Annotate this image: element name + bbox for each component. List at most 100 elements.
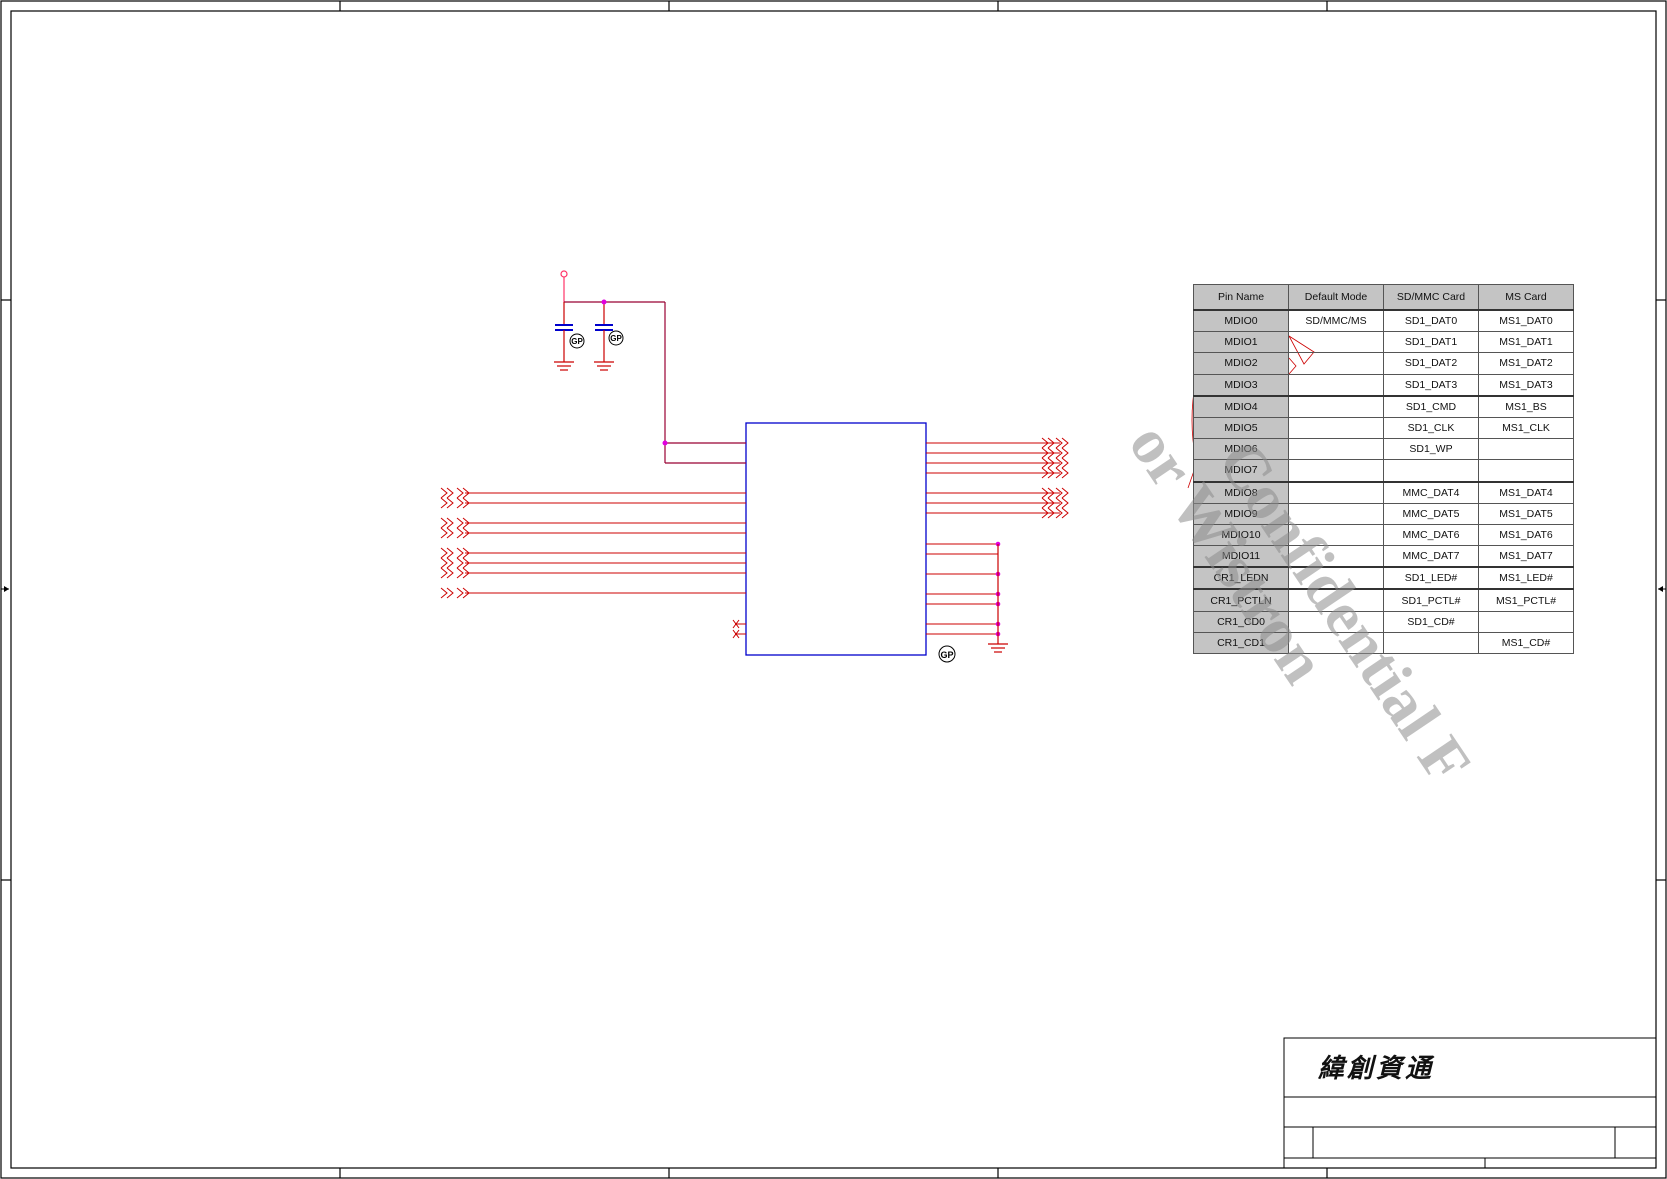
- gp-label: GP: [610, 334, 622, 343]
- table-cell-default: [1288, 566, 1384, 590]
- table-cell-sdmmc: SD1_LED#: [1383, 566, 1479, 590]
- table-cell-pin: MDIO2: [1193, 352, 1289, 375]
- table-cell-sdmmc: SD1_DAT0: [1383, 309, 1479, 333]
- table-cell-sdmmc: SD1_WP: [1383, 438, 1479, 461]
- junction-dot: [662, 440, 668, 446]
- table-cell-sdmmc: SD1_DAT3: [1383, 373, 1479, 397]
- table-cell-pin: MDIO9: [1193, 502, 1289, 525]
- table-cell-ms: MS1_DAT0: [1478, 309, 1574, 333]
- table-cell-default: [1288, 480, 1384, 504]
- zone-arrow-right-icon: [1658, 586, 1666, 592]
- chip-ground-pins: [926, 541, 1001, 637]
- off-page-connector-icon: [456, 517, 464, 529]
- table-cell-default: [1288, 438, 1384, 461]
- gp-marker-icon: GP: [569, 333, 585, 349]
- off-page-connector-icon: [440, 487, 448, 499]
- table-row: MDIO0 SD/MMC/MS SD1_DAT0 MS1_DAT0: [1193, 309, 1574, 333]
- ground-icon: [594, 361, 614, 371]
- table-cell-ms: MS1_PCTL#: [1478, 588, 1574, 612]
- table-row: CR1_CD1 MS1_CD#: [1193, 631, 1574, 655]
- table-cell-ms: MS1_CLK: [1478, 416, 1574, 440]
- table-cell-sdmmc: SD1_PCTL#: [1383, 588, 1479, 612]
- off-page-connector-icon: [1061, 507, 1069, 519]
- column-header: Default Mode: [1288, 284, 1384, 311]
- off-page-connector-icon: [446, 487, 454, 499]
- table-cell-default: [1288, 631, 1384, 655]
- table-cell-pin: CR1_PCTLN: [1193, 588, 1289, 612]
- table-cell-ms: MS1_DAT2: [1478, 352, 1574, 375]
- table-cell-sdmmc: SD1_DAT1: [1383, 331, 1479, 354]
- table-row: MDIO1 SD1_DAT1 MS1_DAT1: [1193, 331, 1574, 354]
- capacitor-1: [555, 302, 573, 362]
- table-cell-pin: CR1_CD0: [1193, 610, 1289, 633]
- table-cell-pin: MDIO6: [1193, 438, 1289, 461]
- table-cell-pin: MDIO3: [1193, 373, 1289, 397]
- table-row: MDIO3 SD1_DAT3 MS1_DAT3: [1193, 373, 1574, 397]
- off-page-connector-icon: [1061, 467, 1069, 479]
- table-cell-ms: MS1_LED#: [1478, 566, 1574, 590]
- table-cell-sdmmc: MMC_DAT7: [1383, 545, 1479, 568]
- table-cell-default: [1288, 588, 1384, 612]
- off-page-connector-icon: [440, 497, 448, 509]
- table-cell-pin: MDIO5: [1193, 416, 1289, 440]
- company-name: 緯創資通: [1318, 1054, 1435, 1084]
- table-cell-pin: CR1_CD1: [1193, 631, 1289, 655]
- table-cell-default: [1288, 545, 1384, 568]
- off-page-connector-icon: [446, 567, 454, 579]
- ground-icon: [554, 361, 574, 371]
- table-cell-sdmmc: [1383, 459, 1479, 482]
- table-cell-default: [1288, 331, 1384, 354]
- table-row: MDIO5 SD1_CLK MS1_CLK: [1193, 416, 1574, 440]
- table-cell-sdmmc: SD1_CD#: [1383, 610, 1479, 633]
- ground-icon: [988, 544, 1008, 653]
- gp-marker-icon: GP: [608, 330, 624, 346]
- off-page-connector-icon: [446, 557, 454, 569]
- table-cell-pin: MDIO10: [1193, 523, 1289, 547]
- table-cell-sdmmc: SD1_DAT2: [1383, 352, 1479, 375]
- column-header: Pin Name: [1193, 284, 1289, 311]
- off-page-connector-icon: [1061, 447, 1069, 459]
- table-row: MDIO2 SD1_DAT2 MS1_DAT2: [1193, 352, 1574, 375]
- table-cell-pin: MDIO0: [1193, 309, 1289, 333]
- off-page-connector-icon: [1061, 457, 1069, 469]
- off-page-connector-icon: [1061, 437, 1069, 449]
- table-cell-ms: [1478, 438, 1574, 461]
- off-page-connector-icon: [456, 487, 464, 499]
- table-cell-ms: [1478, 610, 1574, 633]
- table-cell-sdmmc: MMC_DAT6: [1383, 523, 1479, 547]
- off-page-connector-icon: [446, 587, 454, 599]
- table-cell-pin: MDIO4: [1193, 394, 1289, 418]
- off-page-connector-icon: [456, 587, 464, 599]
- table-row: CR1_CD0 SD1_CD#: [1193, 610, 1574, 633]
- off-page-connector-icon: [446, 547, 454, 559]
- table-cell-default: [1288, 610, 1384, 633]
- table-cell-ms: [1478, 459, 1574, 482]
- off-page-connector-icon: [440, 567, 448, 579]
- table-row: CR1_PCTLN SD1_PCTL# MS1_PCTL#: [1193, 588, 1574, 612]
- table-cell-sdmmc: SD1_CLK: [1383, 416, 1479, 440]
- off-page-connector-icon: [440, 547, 448, 559]
- table-cell-pin: MDIO11: [1193, 545, 1289, 568]
- off-page-connector-icon: [446, 497, 454, 509]
- left-signal-nets: [440, 487, 746, 599]
- table-cell-pin: CR1_LEDN: [1193, 566, 1289, 590]
- column-header: SD/MMC Card: [1383, 284, 1479, 311]
- chip-power-pins: [665, 442, 746, 464]
- table-cell-pin: MDIO1: [1193, 331, 1289, 354]
- table-row: MDIO10 MMC_DAT6 MS1_DAT6: [1193, 523, 1574, 547]
- table-row: MDIO11 MMC_DAT7 MS1_DAT7: [1193, 545, 1574, 568]
- off-page-connector-icon: [446, 527, 454, 539]
- table-row: CR1_LEDN SD1_LED# MS1_LED#: [1193, 566, 1574, 590]
- off-page-connector-icon: [1061, 497, 1069, 509]
- off-page-connector-icon: [440, 517, 448, 529]
- table-cell-pin: MDIO8: [1193, 480, 1289, 504]
- junction-dot: [601, 299, 607, 305]
- table-cell-default: [1288, 373, 1384, 397]
- table-row: MDIO8 MMC_DAT4 MS1_DAT4: [1193, 480, 1574, 504]
- table-cell-ms: MS1_DAT4: [1478, 480, 1574, 504]
- off-page-connector-icon: [446, 517, 454, 529]
- off-page-connector-icon: [456, 547, 464, 559]
- pin-function-table: Pin Name Default Mode SD/MMC Card MS Car…: [1193, 284, 1574, 655]
- card-reader-chip: [745, 422, 927, 656]
- off-page-connector-icon: [440, 527, 448, 539]
